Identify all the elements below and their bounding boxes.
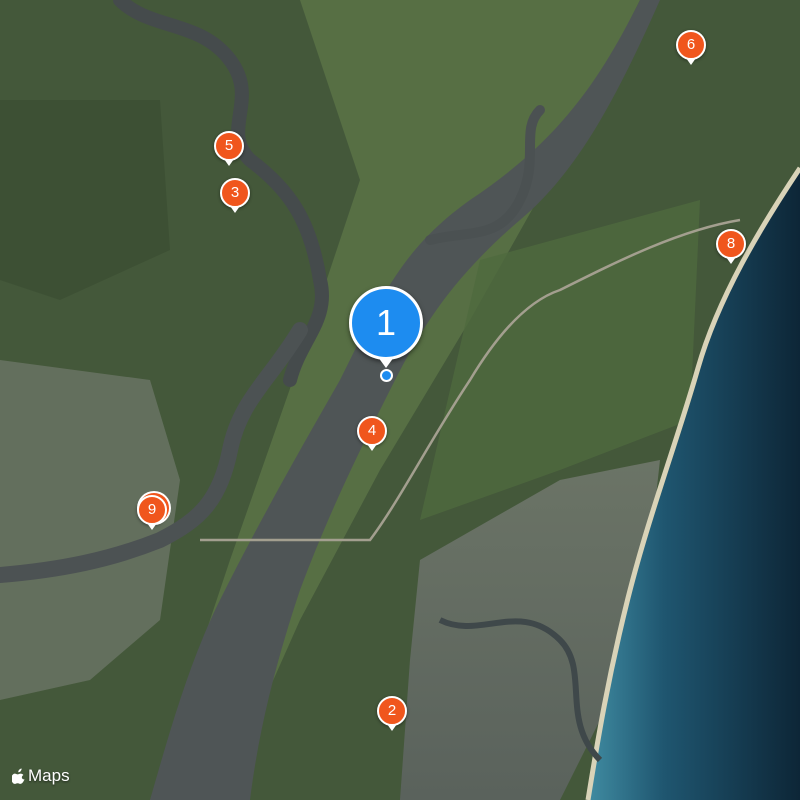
location-dot-icon (380, 369, 393, 382)
map-marker-5[interactable]: 5 (214, 131, 244, 166)
maps-attribution[interactable]: Maps (12, 766, 70, 786)
map-marker-6[interactable]: 6 (676, 30, 706, 65)
map-marker-8[interactable]: 8 (716, 229, 746, 264)
map-marker-2[interactable]: 2 (377, 696, 407, 731)
satellite-imagery (0, 0, 800, 800)
map-marker-4[interactable]: 4 (357, 416, 387, 451)
map-view[interactable]: 2 3 4 5 6 8 9 1 Maps (0, 0, 800, 800)
map-marker-3[interactable]: 3 (220, 178, 250, 213)
apple-logo-icon (12, 768, 25, 784)
attribution-label: Maps (28, 766, 70, 785)
map-marker-primary[interactable]: 1 (349, 286, 423, 368)
map-marker-9[interactable]: 9 (137, 495, 167, 530)
